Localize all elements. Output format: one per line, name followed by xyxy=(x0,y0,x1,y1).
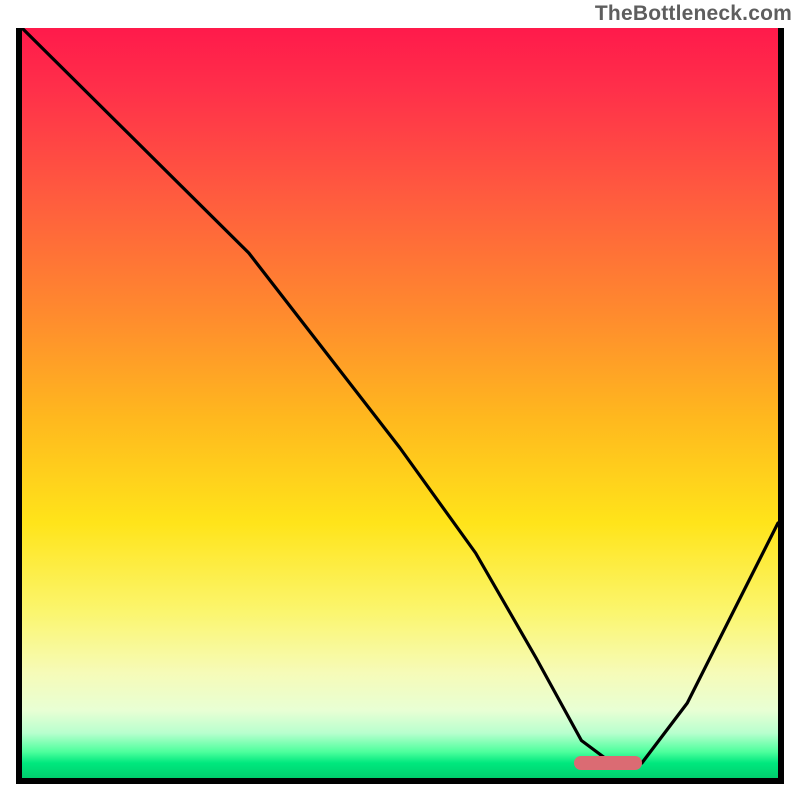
plot-frame xyxy=(16,28,784,784)
attribution-text: TheBottleneck.com xyxy=(595,2,792,26)
optimal-range-marker xyxy=(574,756,642,770)
chart-stage: TheBottleneck.com xyxy=(0,0,800,800)
bottleneck-curve xyxy=(22,28,778,778)
